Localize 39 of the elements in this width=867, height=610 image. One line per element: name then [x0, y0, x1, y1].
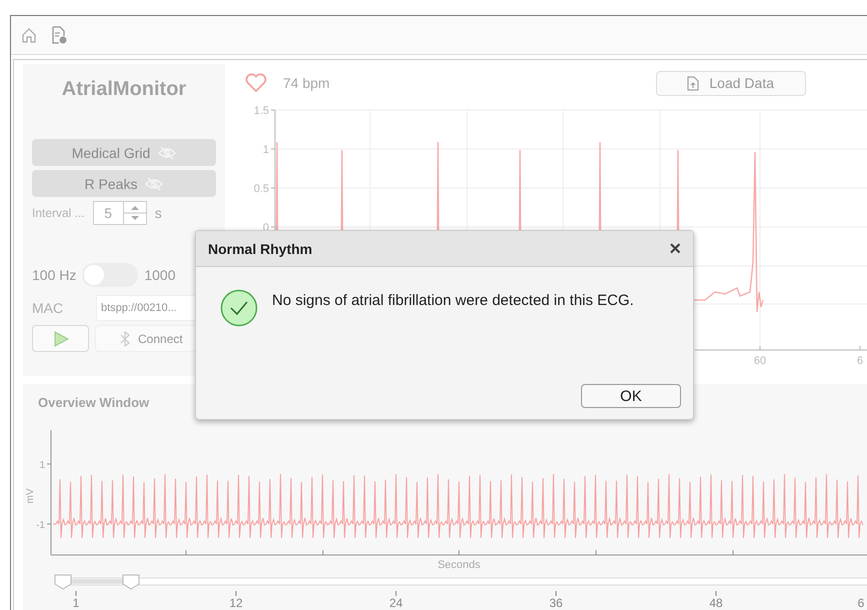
rate-label: 100 Hz [32, 267, 76, 283]
mac-label: MAC [32, 300, 64, 316]
document-icon[interactable] [51, 26, 67, 44]
range-thumb[interactable] [54, 574, 72, 590]
tick-label: 6 [856, 355, 864, 367]
tick-label: -1 [36, 520, 45, 531]
unit-label: s [154, 205, 162, 221]
load-data-button[interactable]: Load Data [656, 70, 806, 96]
tick-label: 24 [389, 596, 403, 610]
tick-label: 48 [709, 596, 723, 610]
home-icon[interactable] [21, 26, 37, 44]
close-button[interactable]: × [669, 238, 681, 258]
app-title: AtrialMonitor [60, 78, 188, 101]
ok-button[interactable]: OK [581, 384, 681, 408]
tick-label: 60 [754, 355, 766, 367]
heart-rate: 74 bpm [283, 75, 330, 91]
heart-icon [245, 73, 267, 93]
tick-label: 12 [229, 596, 243, 610]
tick-label: 6 [858, 596, 864, 610]
dialog-title: Normal Rhythm [208, 240, 314, 256]
range-thumb[interactable] [122, 574, 140, 590]
play-icon [52, 330, 68, 346]
interval-label: Interval ... [32, 206, 85, 220]
rate-label: 1000 [144, 267, 176, 283]
tick-label: 1 [262, 144, 269, 156]
check-icon [220, 289, 258, 327]
overview-title: Overview Window [38, 395, 150, 410]
tick-label: 1.5 [254, 105, 269, 117]
file-upload-icon [687, 76, 700, 90]
tick-label: 1 [39, 460, 45, 471]
tick-label: 0.5 [254, 183, 269, 195]
tick-label: 36 [549, 596, 563, 610]
dialog-message: No signs of atrial fibrillation were detected in this ECG. [272, 292, 634, 309]
axis-label: Seconds [438, 559, 480, 571]
bluetooth-icon [120, 330, 130, 346]
tick-label: 1 [72, 596, 80, 610]
interval-spinner[interactable]: 5 [92, 201, 147, 225]
play-button[interactable] [32, 325, 89, 352]
axis-label: mV [25, 488, 36, 504]
